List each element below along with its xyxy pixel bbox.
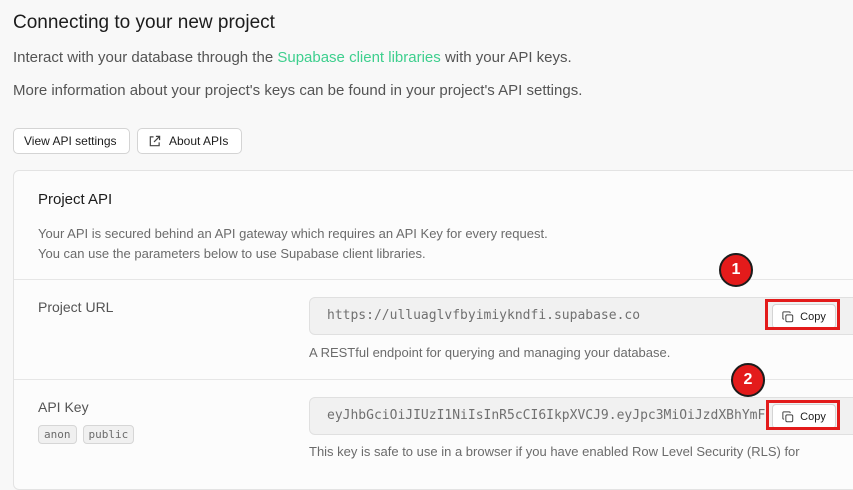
project-url-value[interactable]: https://ulluaglvfbyimiykndfi.supabase.co — [327, 308, 640, 323]
copy-api-key-button[interactable]: Copy — [772, 404, 836, 429]
project-url-label: Project URL — [38, 299, 114, 315]
api-settings-info: More information about your project's ke… — [13, 82, 583, 99]
copy-url-button[interactable]: Copy — [772, 304, 836, 329]
view-api-settings-button[interactable]: View API settings — [13, 128, 130, 154]
api-key-hint: This key is safe to use in a browser if … — [309, 444, 800, 459]
copy-url-label: Copy — [800, 310, 826, 323]
project-api-desc-1: Your API is secured behind an API gatewa… — [38, 226, 548, 241]
copy-icon — [782, 410, 794, 423]
about-apis-button[interactable]: About APIs — [137, 128, 242, 154]
project-api-title: Project API — [38, 191, 113, 208]
project-url-hint: A RESTful endpoint for querying and mana… — [309, 345, 671, 360]
project-api-desc-2: You can use the parameters below to use … — [38, 246, 426, 261]
api-key-label: API Key — [38, 399, 89, 415]
api-key-tags: anon public — [38, 425, 135, 444]
view-api-settings-label: View API settings — [24, 134, 117, 148]
project-url-field[interactable]: https://ulluaglvfbyimiykndfi.supabase.co… — [309, 297, 853, 335]
api-key-value[interactable]: eyJhbGciOiJIUzI1NiIsInR5cCI6IkpXVCJ9.eyJ… — [327, 408, 765, 423]
external-link-icon — [148, 135, 161, 148]
copy-icon — [782, 310, 794, 323]
intro-prefix: Interact with your database through the — [13, 49, 278, 66]
page-title: Connecting to your new project — [13, 12, 275, 33]
about-apis-label: About APIs — [169, 134, 229, 148]
intro-suffix: with your API keys. — [440, 49, 572, 66]
api-key-field[interactable]: eyJhbGciOiJIUzI1NiIsInR5cCI6IkpXVCJ9.eyJ… — [309, 397, 853, 435]
divider — [14, 379, 853, 380]
step-badge-2: 2 — [731, 363, 765, 397]
intro-line: Interact with your database through the … — [13, 49, 572, 66]
client-libraries-link[interactable]: Supabase client libraries — [277, 49, 440, 66]
copy-api-key-label: Copy — [800, 410, 826, 423]
anon-tag: anon — [38, 425, 77, 444]
step-badge-1: 1 — [719, 253, 753, 287]
project-api-panel: Project API Your API is secured behind a… — [13, 170, 853, 490]
public-tag: public — [82, 425, 135, 444]
